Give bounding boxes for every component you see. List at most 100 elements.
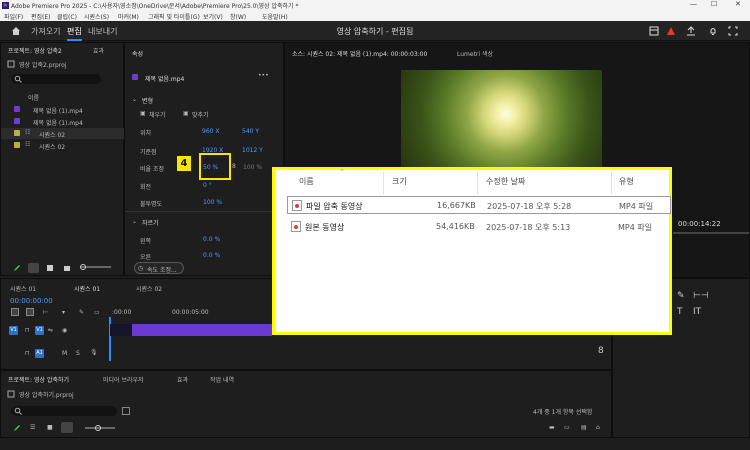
vertical-type-tool-icon[interactable]: IT — [693, 307, 701, 317]
menu-clip[interactable]: 클립(C) — [57, 12, 77, 21]
section-crop[interactable]: 자르기 — [142, 218, 159, 227]
position-y-value[interactable]: 540 Y — [242, 128, 259, 135]
tab-history[interactable]: 작업 내역 — [210, 375, 234, 384]
a1-track-target[interactable]: A1 — [35, 349, 44, 358]
section-transform[interactable]: 변형 — [142, 96, 153, 105]
snap-icon[interactable] — [11, 308, 19, 316]
warning-icon[interactable] — [666, 26, 676, 36]
zoom-slider[interactable] — [80, 264, 111, 270]
tab-effects[interactable]: 효과 — [93, 46, 104, 55]
menu-graphics[interactable]: 그래픽 및 타이틀(G) — [148, 12, 200, 21]
tab-sequence-01[interactable]: 시퀀스 01 — [10, 284, 36, 293]
menu-sequence[interactable]: 시퀀스(S) — [84, 12, 109, 21]
fullscreen-icon[interactable] — [728, 26, 738, 36]
menu-edit[interactable]: 편집(E) — [31, 12, 51, 21]
close-button[interactable]: ✕ — [735, 0, 741, 8]
crop-right-value[interactable]: 0.0 % — [203, 252, 220, 259]
list-item[interactable]: 제목 없음 (1).mp4 — [1, 116, 125, 127]
microphone-icon[interactable]: 🎙 — [90, 349, 98, 356]
video-clip-thumbnail[interactable] — [110, 324, 132, 336]
type-tool-icon[interactable]: T — [677, 307, 683, 317]
rotation-value[interactable]: 0 ° — [203, 182, 212, 189]
project-search-input[interactable] — [11, 74, 101, 84]
folder-icon[interactable]: ▬ — [549, 424, 555, 431]
menu-view[interactable]: 보기(V) — [203, 12, 223, 21]
lock-icon[interactable]: ⊓ — [25, 350, 30, 357]
list-view-icon[interactable]: ☰ — [30, 424, 35, 431]
v1-source-patch[interactable]: V1 — [9, 326, 18, 335]
freeform-view-icon[interactable] — [63, 264, 71, 272]
menu-window[interactable]: 창(W) — [230, 12, 246, 21]
crop-left-value[interactable]: 0.0 % — [203, 236, 220, 243]
tab-lumetri[interactable]: Lumetri 색상 — [457, 49, 493, 58]
tab-source-monitor[interactable]: 소스: 시퀀스 02: 제목 없음 (1).mp4: 00:00:03:00 — [292, 49, 427, 58]
notification-icon[interactable] — [708, 26, 718, 36]
caption-icon[interactable]: ▭ — [94, 309, 100, 316]
scale-value-2[interactable]: 100 % — [243, 164, 262, 171]
tab-sequence-02[interactable]: 시퀀스 02 — [136, 284, 162, 293]
anchor-y-value[interactable]: 1012 Y — [242, 147, 263, 154]
file-row[interactable]: 원본 동영상 54,416KB 2025-07-18 오후 5:13 MP4 파… — [287, 218, 671, 236]
fill-icon[interactable]: ▣ — [140, 110, 146, 117]
new-folder-icon[interactable]: ▤ — [581, 424, 587, 431]
list-item[interactable]: ☷ 시퀀스 02 — [1, 140, 125, 151]
link-icon[interactable]: 8 — [598, 346, 604, 356]
tab-effects-bottom[interactable]: 효과 — [177, 375, 188, 384]
speed-adjust-button[interactable]: ◷ 속도 조정... — [134, 262, 184, 274]
trash-icon[interactable]: ⌂ — [596, 424, 600, 431]
bottom-search-input[interactable] — [11, 406, 117, 416]
fit-icon[interactable]: ▣ — [183, 110, 189, 117]
share-icon[interactable] — [686, 26, 696, 36]
link-icon[interactable]: 8 — [232, 163, 236, 170]
pencil-icon[interactable] — [13, 264, 21, 272]
list-view-button[interactable] — [28, 263, 39, 273]
hand-tool-icon[interactable]: ⊢⊣ — [693, 291, 709, 301]
new-item-icon[interactable]: ▭ — [564, 424, 570, 431]
tab-project-bottom[interactable]: 프로젝트: 영상 압축하기 — [8, 375, 69, 384]
eye-icon[interactable]: ◉ — [62, 327, 67, 334]
menu-help[interactable]: 도움말(H) — [262, 12, 288, 21]
list-item[interactable]: ☷ 시퀀스 02 — [1, 128, 125, 139]
add-marker-icon[interactable]: ⊢ — [43, 309, 48, 316]
minimize-button[interactable]: — — [690, 0, 697, 8]
fill-label[interactable]: 채우기 — [149, 110, 166, 119]
lock-icon[interactable]: ⊓ — [25, 327, 30, 334]
video-clip[interactable] — [110, 324, 272, 336]
solo-button[interactable]: S — [76, 350, 80, 357]
workspace-icon[interactable] — [649, 26, 659, 36]
freeform-view-button[interactable] — [61, 422, 73, 433]
linked-selection-icon[interactable] — [26, 308, 34, 316]
fit-label[interactable]: 맞추기 — [192, 110, 209, 119]
maximize-button[interactable]: ☐ — [711, 0, 717, 8]
timeline-timecode[interactable]: 00:00:00:00 — [10, 297, 53, 305]
marker-icon[interactable]: ▾ — [62, 309, 65, 316]
list-item[interactable]: 제목 없음 (1).mp4 — [1, 104, 125, 115]
position-x-value[interactable]: 960 X — [202, 128, 219, 135]
tab-project[interactable]: 프로젝트: 영상 압축2 — [8, 46, 62, 55]
tab-media-browser[interactable]: 미디어 브라우저 — [103, 375, 144, 384]
pen-tool-icon[interactable]: ✎ — [677, 291, 685, 301]
video-preview[interactable] — [401, 70, 602, 167]
opacity-value[interactable]: 100 % — [203, 199, 222, 206]
file-row[interactable]: 파일 압축 동영상 16,667KB 2025-07-18 오후 5:28 MP… — [287, 196, 671, 214]
monitor-timecode[interactable]: 00:00:14:22 — [678, 220, 721, 228]
column-name[interactable]: 이름 — [299, 176, 314, 187]
zoom-slider[interactable] — [85, 425, 115, 431]
chevron-down-icon[interactable]: ⌄ — [132, 96, 137, 103]
column-size[interactable]: 크기 — [392, 176, 407, 187]
name-column-header[interactable]: 이름 — [28, 93, 39, 102]
wrench-icon[interactable]: ✎ — [79, 309, 84, 316]
tab-sequence-01-active[interactable]: 시퀀스 01 — [74, 284, 100, 293]
pencil-icon[interactable] — [13, 424, 21, 432]
chevron-down-icon[interactable]: ⌄ — [132, 218, 137, 225]
icon-view-icon[interactable]: ■ — [47, 424, 53, 431]
more-options-icon[interactable]: ••• — [258, 72, 269, 79]
menu-file[interactable]: 파일(F) — [4, 12, 23, 21]
new-bin-icon[interactable] — [122, 407, 130, 415]
column-modified[interactable]: 수정한 날짜 — [486, 176, 525, 187]
v1-track-target[interactable]: V1 — [35, 326, 44, 335]
icon-view-icon[interactable] — [46, 264, 54, 272]
mute-button[interactable]: M — [62, 350, 67, 357]
menu-marker[interactable]: 마커(M) — [118, 12, 139, 21]
sync-lock-icon[interactable]: ⇋ — [48, 327, 53, 334]
